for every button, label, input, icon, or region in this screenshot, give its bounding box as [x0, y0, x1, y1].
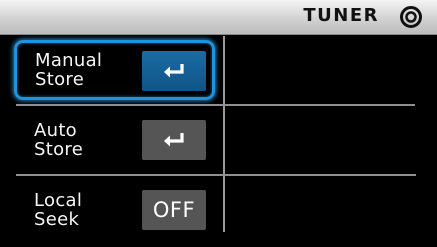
label-line: Local — [34, 190, 83, 211]
label-line: Auto — [34, 120, 77, 141]
row-divider — [16, 104, 415, 106]
enter-icon — [164, 64, 184, 78]
vertical-divider — [223, 36, 225, 232]
label-line: Store — [34, 139, 84, 160]
label-line: Seek — [34, 209, 80, 230]
menu-item-local-seek[interactable]: Local Seek OFF — [14, 180, 215, 240]
auto-store-enter-button[interactable] — [142, 120, 206, 160]
menu-item-label: Manual Store — [35, 51, 102, 89]
header-bar: TUNER — [0, 0, 437, 35]
label-line: Manual — [35, 50, 103, 71]
menu-item-label: Local Seek — [34, 191, 82, 229]
label-line: Store — [35, 69, 85, 90]
menu-item-label: Auto Store — [34, 121, 83, 159]
manual-store-enter-button[interactable] — [142, 51, 206, 91]
menu-item-manual-store[interactable]: Manual Store — [14, 40, 215, 100]
menu-item-auto-store[interactable]: Auto Store — [14, 110, 215, 170]
row-divider — [16, 174, 416, 176]
tuner-ring-icon — [400, 6, 422, 28]
enter-icon — [164, 133, 184, 147]
toggle-value: OFF — [152, 198, 196, 222]
page-title: TUNER — [303, 5, 379, 26]
local-seek-toggle-button[interactable]: OFF — [142, 190, 206, 230]
